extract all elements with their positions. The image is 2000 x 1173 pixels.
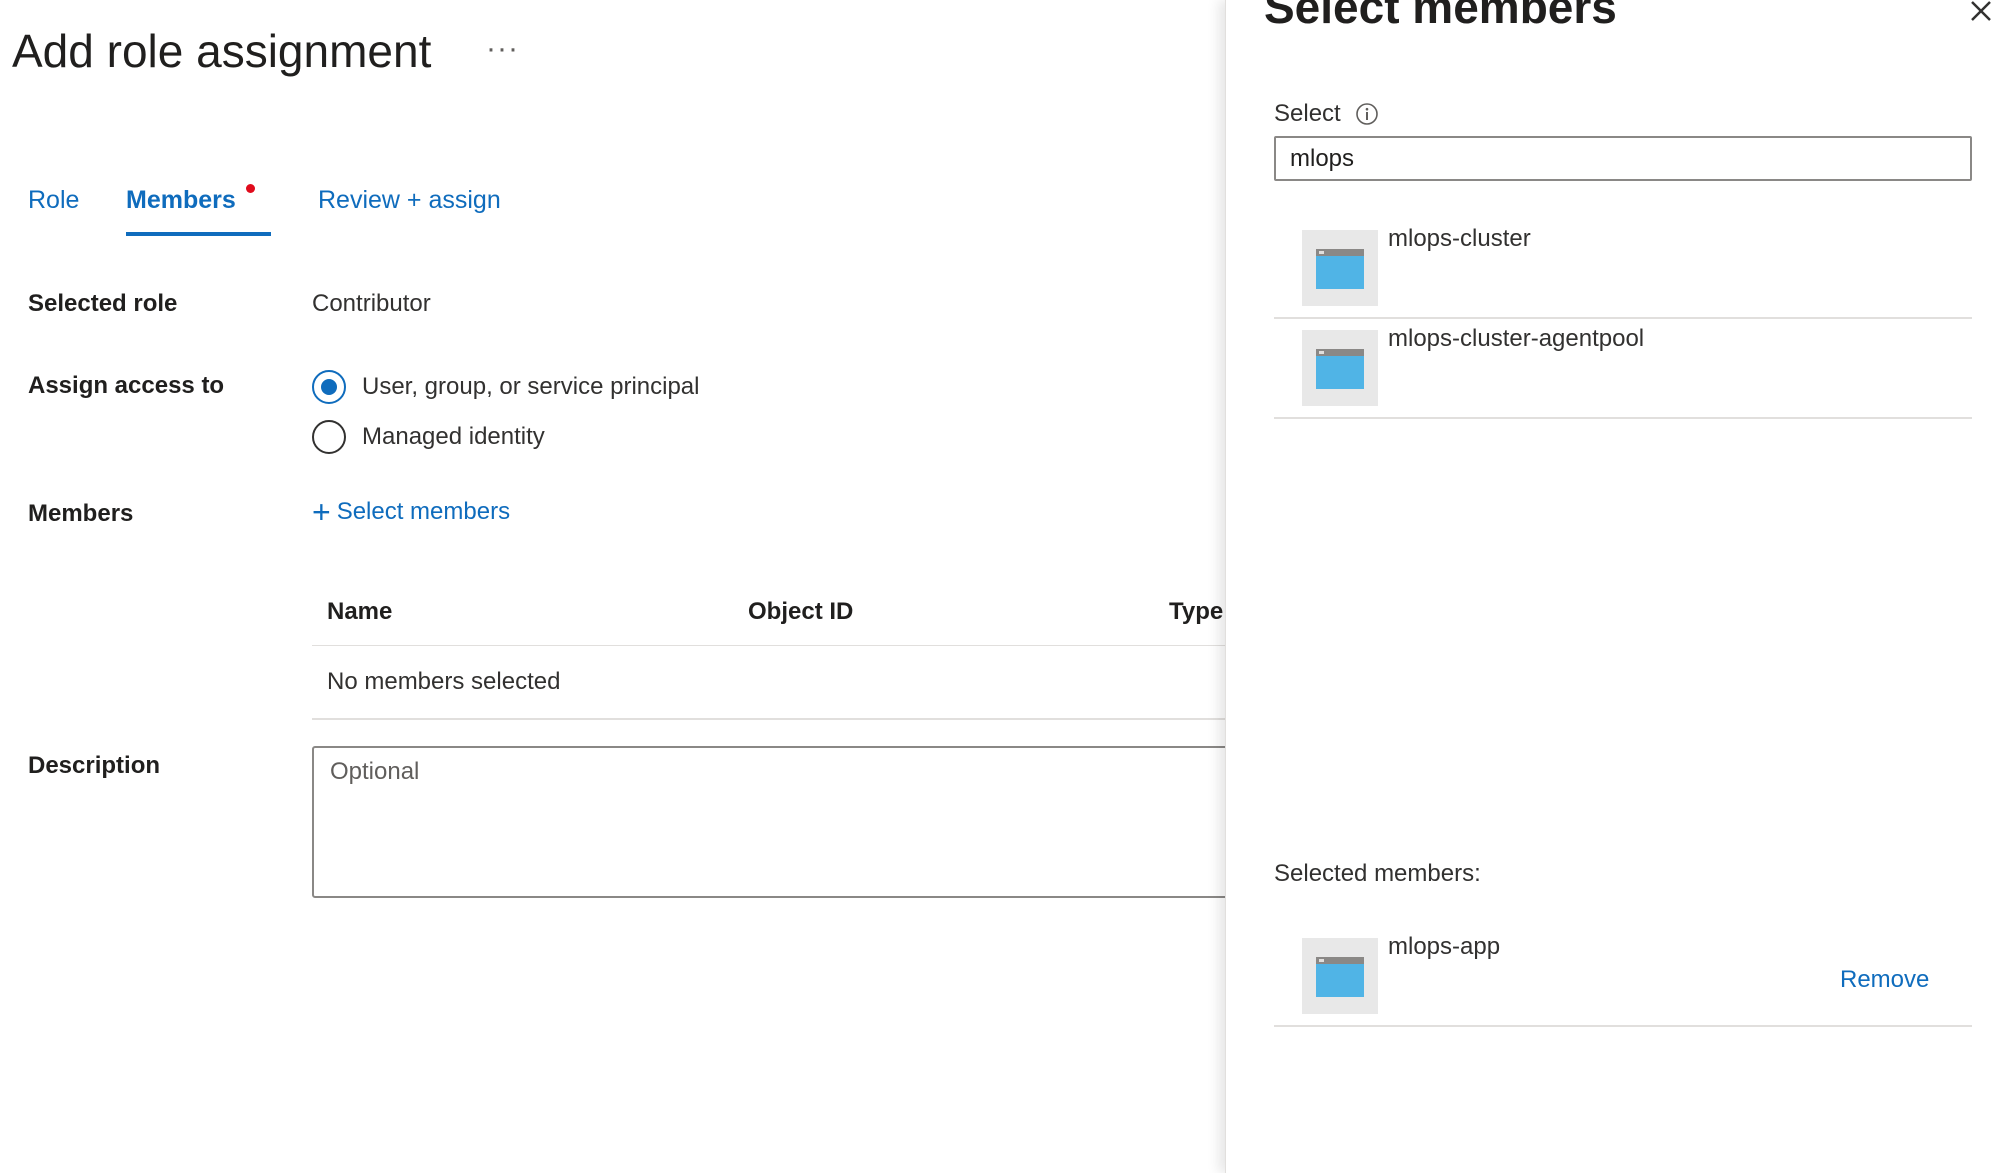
selected-role-value: Contributor xyxy=(312,290,431,317)
select-field-label: Select xyxy=(1274,100,1379,128)
column-header-type[interactable]: Type xyxy=(1169,598,1223,626)
app-registration-icon xyxy=(1302,230,1378,306)
members-table: Name Object ID Type No members selected xyxy=(312,580,1225,720)
member-search-input[interactable] xyxy=(1274,136,1972,181)
select-members-text: Select members xyxy=(336,498,511,525)
search-result-item[interactable]: mlops-cluster xyxy=(1274,219,1972,319)
result-item-name: mlops-cluster-agentpool xyxy=(1388,325,1645,352)
assign-access-label: Assign access to xyxy=(28,372,225,399)
tab-role[interactable]: Role xyxy=(28,186,79,215)
column-header-object-id[interactable]: Object ID xyxy=(748,598,853,626)
remove-member-link[interactable]: Remove xyxy=(1840,966,1929,994)
select-members-panel: Select members Select mlops-cluster xyxy=(1225,0,2000,1173)
radio-user-group-sp[interactable]: User, group, or service principal xyxy=(312,369,699,405)
tab-review-assign[interactable]: Review + assign xyxy=(318,186,501,215)
required-dot-icon xyxy=(246,184,255,193)
column-header-name[interactable]: Name xyxy=(327,598,392,626)
selected-member-item: mlops-app Remove xyxy=(1274,922,1972,1027)
radio-managed-identity[interactable]: Managed identity xyxy=(312,419,545,455)
select-members-link[interactable]: + Select members xyxy=(312,496,510,528)
selected-role-label: Selected role xyxy=(28,290,178,317)
app-registration-icon xyxy=(1302,330,1378,406)
more-options-icon[interactable]: ··· xyxy=(486,32,519,66)
panel-title: Select members xyxy=(1264,0,1617,33)
selected-members-label: Selected members: xyxy=(1274,860,1481,887)
info-icon[interactable] xyxy=(1355,102,1379,126)
empty-table-message: No members selected xyxy=(327,668,561,695)
add-role-assignment-blade: Add role assignment ··· Role Members Rev… xyxy=(0,0,1225,1173)
radio-checked-icon[interactable] xyxy=(312,370,346,404)
tab-members-label: Members xyxy=(126,186,236,214)
tab-members[interactable]: Members xyxy=(126,184,271,236)
plus-icon: + xyxy=(312,494,331,530)
members-label: Members xyxy=(28,500,134,527)
radio-label: Managed identity xyxy=(362,423,545,450)
app-registration-icon xyxy=(1302,938,1378,1014)
table-header-row: Name Object ID Type xyxy=(312,580,1225,646)
description-label: Description xyxy=(28,752,161,779)
radio-label: User, group, or service principal xyxy=(362,373,700,400)
description-textarea[interactable] xyxy=(330,758,1224,886)
select-label-text: Select xyxy=(1274,100,1341,127)
radio-unchecked-icon[interactable] xyxy=(312,420,346,454)
selected-member-name: mlops-app xyxy=(1388,933,1501,960)
active-tab-indicator xyxy=(126,232,271,236)
result-item-name: mlops-cluster xyxy=(1388,225,1531,252)
table-row: No members selected xyxy=(312,646,1225,720)
search-result-item[interactable]: mlops-cluster-agentpool xyxy=(1274,319,1972,419)
page-title: Add role assignment xyxy=(12,25,432,77)
description-field-box xyxy=(312,746,1225,898)
close-icon[interactable] xyxy=(1966,0,1996,26)
